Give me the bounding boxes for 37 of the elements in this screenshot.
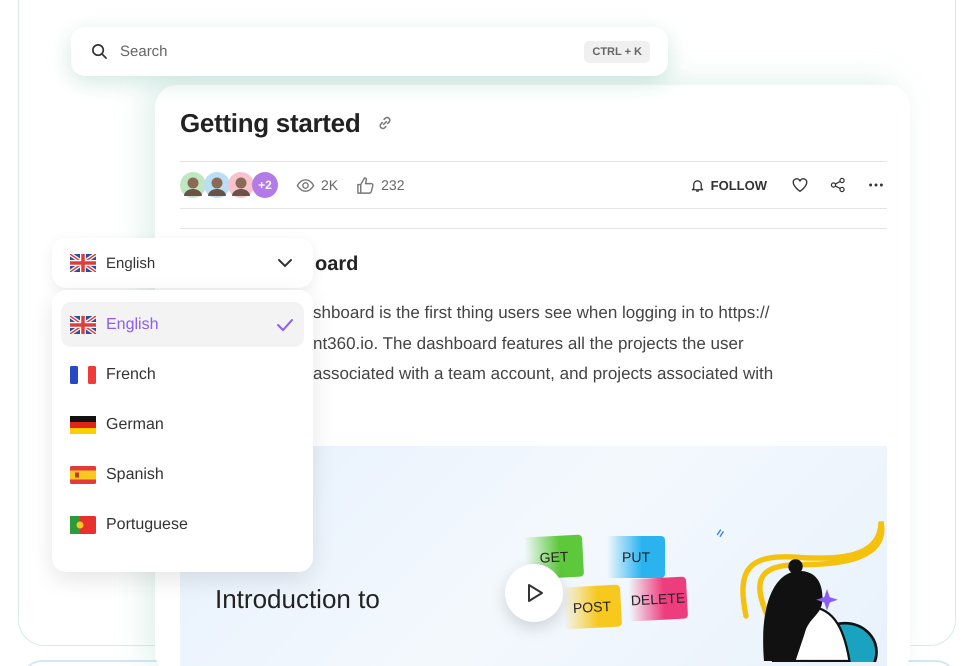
- share-icon[interactable]: [829, 176, 847, 194]
- video-title: Introduction to: [215, 584, 380, 614]
- language-option[interactable]: French: [61, 352, 304, 397]
- method-tag: PUT: [607, 536, 665, 578]
- like-count: 232: [381, 177, 404, 193]
- paragraph-line: associated with a team account, and projects associated with: [313, 363, 774, 385]
- language-option[interactable]: German: [61, 402, 304, 447]
- more-avatars-badge: +2: [252, 172, 278, 198]
- shortcut-badge: CTRL + K: [584, 40, 650, 62]
- thumbs-up-icon: [356, 176, 376, 194]
- flag-icon: [70, 416, 96, 434]
- language-label: English: [106, 316, 160, 334]
- language-option[interactable]: English: [61, 302, 304, 347]
- language-select[interactable]: English: [52, 238, 313, 288]
- method-tag: DELETE: [628, 576, 688, 621]
- search-field[interactable]: Search: [118, 42, 574, 61]
- flag-icon: [70, 516, 96, 534]
- language-label: Spanish: [106, 466, 165, 484]
- view-count: 2K: [321, 177, 338, 193]
- bell-icon: [690, 178, 705, 192]
- language-label: French: [106, 366, 157, 384]
- language-label: Portuguese: [106, 516, 189, 534]
- method-tag: POST: [562, 584, 622, 629]
- section-heading: oard: [315, 253, 360, 276]
- search-icon: [91, 43, 108, 60]
- language-option[interactable]: Spanish: [61, 452, 304, 497]
- language-option[interactable]: Portuguese: [61, 502, 304, 547]
- paragraph-line: nt360.io. The dashboard features all the projects the user: [313, 332, 744, 354]
- paragraph-line: shboard is the first thing users see when logging in to https://: [313, 302, 770, 324]
- flag-icon: [70, 254, 96, 272]
- language-label: German: [106, 416, 165, 434]
- follow-button[interactable]: FOLLOW: [684, 178, 773, 192]
- flag-icon: [70, 316, 96, 334]
- article-title: Getting started: [180, 108, 360, 138]
- flag-icon: [70, 366, 96, 384]
- flag-icon: [70, 466, 96, 484]
- heart-icon[interactable]: [791, 176, 809, 194]
